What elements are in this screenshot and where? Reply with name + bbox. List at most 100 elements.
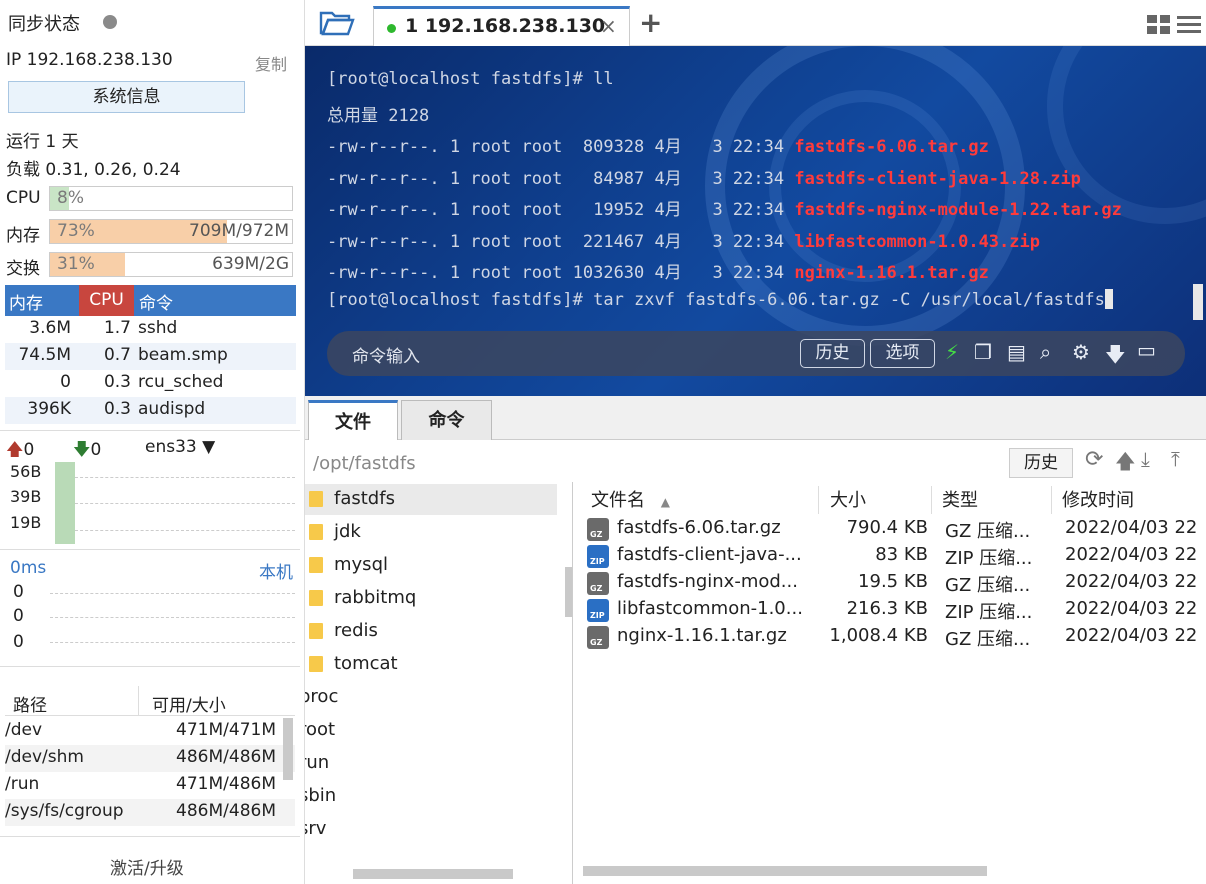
proc-header-mem[interactable]: 内存 [9, 289, 43, 314]
proc-header-cmd[interactable]: 命令 [139, 289, 173, 314]
proc-cmd: sshd [138, 318, 178, 338]
divider [0, 836, 300, 837]
close-tab-icon[interactable]: × [600, 14, 617, 38]
process-row[interactable]: 0 0.3 rcu_sched [5, 370, 296, 397]
sort-asc-icon: ▲ [660, 495, 670, 509]
terminal-line: -rw-r--r--. 1 root root 84987 4月 3 22:34… [327, 169, 1081, 189]
tree-scrollbar[interactable] [565, 567, 572, 617]
terminal-line: -rw-r--r--. 1 root root 19952 4月 3 22:34… [327, 200, 1122, 220]
file-mtime: 2022/04/03 22 [1065, 598, 1198, 619]
net-iface-label: ens33 [145, 437, 197, 457]
disk-size: 471M/486M [176, 774, 276, 794]
command-input[interactable]: 命令输入 [352, 342, 420, 367]
proc-cpu: 0.3 [103, 372, 131, 392]
copy-icon[interactable]: ❐ [974, 340, 992, 364]
files-h-scrollbar[interactable] [583, 866, 987, 876]
system-info-button[interactable]: 系统信息 [8, 81, 245, 113]
refresh-icon[interactable]: ⟳ [1085, 447, 1103, 472]
gridline [75, 530, 295, 531]
tree-item[interactable]: fastdfs [305, 484, 557, 515]
tab-session-1[interactable]: 1 192.168.238.130 × [373, 6, 630, 46]
copy-ip-button[interactable]: 复制 [255, 51, 287, 75]
command-input-bar[interactable]: 命令输入 历史 选项 ⚡ ❐ ▤ ⌕ ⚙ 🡇 ▭ [327, 331, 1185, 376]
path-bar: /opt/fastdfs 历史 ⟳ 🡅 ⤓ ⤒ [305, 440, 1206, 482]
disk-row[interactable]: /dev 471M/471M [5, 718, 295, 745]
paste-icon[interactable]: ▤ [1007, 340, 1026, 364]
file-row[interactable]: GZ fastdfs-nginx-mod... 19.5 KB GZ 压缩...… [580, 570, 1206, 597]
download-icon[interactable]: 🡇 [1105, 340, 1126, 374]
col-header-name[interactable]: 文件名 ▲ [591, 486, 819, 514]
disk-row[interactable]: /run 471M/486M [5, 772, 295, 799]
tree-item-label: tomcat [334, 653, 398, 674]
tab-commands[interactable]: 命令 [401, 400, 492, 440]
cpu-meter: 8% [49, 186, 293, 211]
ping-tick: 0 [13, 606, 24, 626]
file-size: 19.5 KB [858, 571, 928, 592]
activate-upgrade-link[interactable]: 激活/升级 [110, 854, 184, 879]
proc-cmd: beam.smp [138, 345, 228, 365]
proc-mem: 396K [27, 399, 71, 419]
file-row[interactable]: ZIP fastdfs-client-java-... 83 KB ZIP 压缩… [580, 543, 1206, 570]
search-icon[interactable]: ⌕ [1040, 340, 1051, 364]
file-name: fastdfs-nginx-mod... [617, 571, 798, 592]
disk-row[interactable]: /sys/fs/cgroup 486M/486M [5, 799, 295, 826]
path-input[interactable]: /opt/fastdfs [313, 453, 416, 474]
tree-item-label: root [305, 719, 336, 740]
lightning-icon[interactable]: ⚡ [945, 340, 959, 364]
disk-size: 486M/486M [176, 801, 276, 821]
options-button[interactable]: 选项 [870, 339, 935, 368]
file-type: ZIP 压缩... [945, 602, 1033, 623]
proc-cpu: 1.7 [103, 318, 131, 338]
file-row[interactable]: GZ fastdfs-6.06.tar.gz 790.4 KB GZ 压缩...… [580, 516, 1206, 543]
tree-item-label: redis [334, 620, 378, 641]
proc-mem: 3.6M [29, 318, 71, 338]
upload-file-icon[interactable]: ⤒ [1171, 447, 1180, 471]
process-row[interactable]: 3.6M 1.7 sshd [5, 316, 296, 343]
tree-item-label: fastdfs [334, 488, 395, 509]
file-row[interactable]: ZIP libfastcommon-1.0... 216.3 KB ZIP 压缩… [580, 597, 1206, 624]
menu-icon[interactable] [1177, 15, 1201, 35]
process-list: 3.6M 1.7 sshd 74.5M 0.7 beam.smp 0 0.3 r… [0, 316, 300, 424]
gridline [50, 593, 295, 594]
tree-item-label: srv [305, 818, 327, 839]
file-mtime: 2022/04/03 22 [1065, 544, 1198, 565]
proc-cpu: 0.3 [103, 399, 131, 419]
terminal-scrollbar[interactable] [1193, 284, 1203, 320]
disk-header-size[interactable]: 可用/大小 [152, 691, 226, 716]
swap-label: 交换 [6, 259, 40, 279]
add-tab-button[interactable]: + [639, 6, 662, 39]
disk-row[interactable]: /dev/shm 486M/486M [5, 745, 295, 772]
col-header-type[interactable]: 类型 [942, 486, 1052, 514]
ping-host-select[interactable]: 本机 [259, 558, 293, 583]
disk-path: /dev/shm [5, 747, 84, 767]
folder-open-icon[interactable] [319, 9, 355, 37]
net-tick: 39B [10, 487, 42, 506]
load-label: 负载 0.31, 0.26, 0.24 [6, 160, 181, 180]
history-button[interactable]: 历史 [800, 339, 865, 368]
file-mtime: 2022/04/03 22 [1065, 517, 1198, 538]
proc-cpu: 0.7 [103, 345, 131, 365]
col-header-mtime[interactable]: 修改时间 [1062, 486, 1206, 514]
net-iface-select[interactable]: ens33 ▼ [145, 437, 215, 457]
download-file-icon[interactable]: ⤓ [1141, 447, 1150, 471]
col-header-size[interactable]: 大小 [830, 486, 932, 514]
process-row[interactable]: 74.5M 0.7 beam.smp [5, 343, 296, 370]
terminal-area[interactable]: [root@localhost fastdfs]# ll 总用量 2128 -r… [305, 46, 1206, 396]
file-name: nginx-1.16.1.tar.gz [617, 625, 787, 646]
tab-files[interactable]: 文件 [308, 400, 398, 441]
grid-layout-icon[interactable] [1147, 15, 1171, 35]
proc-cmd: rcu_sched [138, 372, 224, 392]
arrow-up-icon: 🡅 [6, 440, 24, 460]
up-dir-icon[interactable]: 🡅 [1115, 447, 1136, 481]
path-history-button[interactable]: 历史 [1009, 448, 1073, 478]
fullscreen-icon[interactable]: ▭ [1137, 338, 1156, 362]
disk-header-path[interactable]: 路径 [13, 691, 47, 716]
tree-h-scrollbar[interactable] [353, 869, 513, 879]
proc-header-cpu[interactable]: CPU [79, 285, 134, 316]
terminal-line: -rw-r--r--. 1 root root 809328 4月 3 22:3… [327, 137, 989, 157]
file-type: GZ 压缩... [945, 521, 1031, 542]
disk-scrollbar[interactable] [283, 718, 293, 780]
gear-icon[interactable]: ⚙ [1072, 340, 1090, 364]
process-row[interactable]: 396K 0.3 audispd [5, 397, 296, 424]
file-row[interactable]: GZ nginx-1.16.1.tar.gz 1,008.4 KB GZ 压缩.… [580, 624, 1206, 651]
